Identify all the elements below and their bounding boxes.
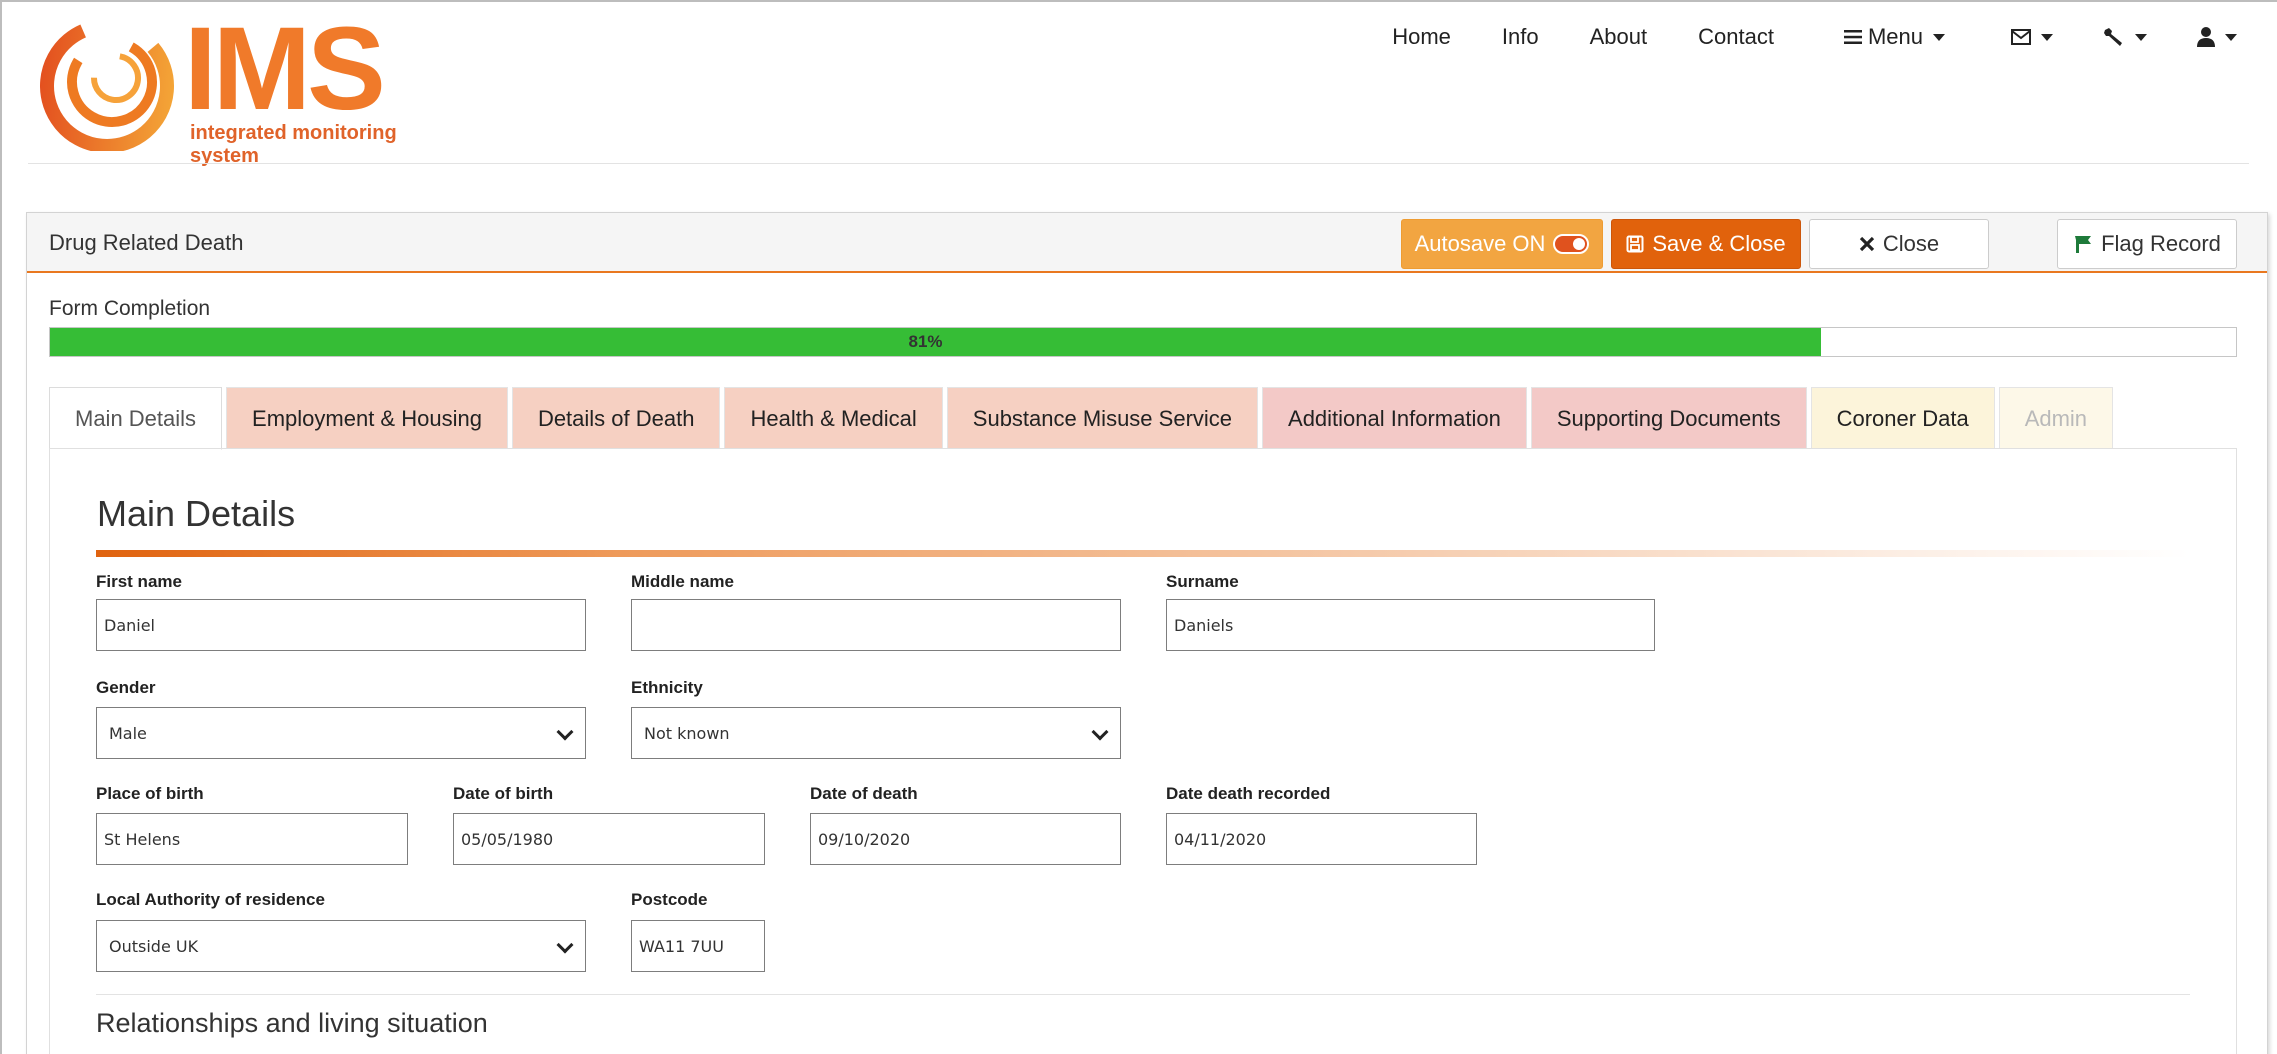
autosave-toggle-button[interactable]: Autosave ON <box>1401 219 1603 269</box>
middle-name-field[interactable] <box>631 599 1121 651</box>
hamburger-icon <box>1843 30 1862 44</box>
envelope-icon <box>2011 29 2031 45</box>
floppy-disk-icon <box>1626 235 1644 253</box>
date-death-recorded-field[interactable]: 04/11/2020 <box>1166 813 1477 865</box>
user-dropdown[interactable] <box>2197 27 2237 47</box>
nav-home-link[interactable]: Home <box>1392 24 1451 50</box>
subsection-divider <box>96 994 2190 995</box>
menu-label: Menu <box>1867 24 1923 49</box>
tools-dropdown[interactable] <box>2103 27 2147 47</box>
toggle-on-icon <box>1553 234 1590 254</box>
surname-label: Surname <box>1166 572 1239 591</box>
user-icon <box>2197 27 2215 47</box>
save-close-button[interactable]: Save & Close <box>1611 219 1801 269</box>
chevron-down-icon <box>1933 33 1945 41</box>
gender-label: Gender <box>96 678 156 697</box>
postcode-field[interactable]: WA11 7UU <box>631 920 765 972</box>
logo-tagline: integrated monitoring system <box>190 122 397 167</box>
messages-dropdown[interactable] <box>2011 29 2053 45</box>
chevron-down-icon <box>1091 723 1109 741</box>
ethnicity-value: Not known <box>644 723 730 743</box>
local-authority-value: Outside UK <box>109 936 199 956</box>
local-authority-select[interactable]: Outside UK <box>96 920 586 972</box>
tab-employment-housing[interactable]: Employment & Housing <box>226 387 508 449</box>
header-divider <box>28 163 2249 164</box>
date-death-recorded-label: Date death recorded <box>1166 784 1331 803</box>
chevron-down-icon <box>2225 33 2237 41</box>
chevron-down-icon <box>2135 33 2147 41</box>
date-of-death-field[interactable]: 09/10/2020 <box>810 813 1121 865</box>
logo-wordmark: IMS <box>184 3 386 135</box>
form-completion-label: Form Completion <box>49 297 211 320</box>
nav-info-link[interactable]: Info <box>1502 24 1539 50</box>
autosave-label: Autosave ON <box>1414 231 1546 256</box>
section-title-main-details: Main Details <box>97 493 296 534</box>
chevron-down-icon <box>556 723 574 741</box>
wrench-icon <box>2104 28 2122 46</box>
panel-header: Drug Related Death Autosave ON Save & Cl… <box>27 213 2267 273</box>
gender-value: Male <box>109 723 147 743</box>
ethnicity-select[interactable]: Not known <box>631 707 1121 759</box>
nav-contact-link[interactable]: Contact <box>1698 24 1774 50</box>
flag-record-button[interactable]: Flag Record <box>2057 219 2237 269</box>
tab-additional-information[interactable]: Additional Information <box>1262 387 1527 449</box>
flag-record-label: Flag Record <box>2101 231 2221 256</box>
ethnicity-label: Ethnicity <box>631 678 703 697</box>
close-label: Close <box>1882 231 1940 256</box>
tab-substance-misuse-service[interactable]: Substance Misuse Service <box>946 387 1259 449</box>
top-navigation: Home Info About Contact Menu <box>1341 22 2237 52</box>
tab-admin[interactable]: Admin <box>1998 387 2114 449</box>
logo-swirl-icon <box>40 19 174 151</box>
date-of-death-label: Date of death <box>810 784 918 803</box>
section-divider <box>96 550 2190 557</box>
local-authority-label: Local Authority of residence <box>96 890 325 909</box>
close-button[interactable]: Close <box>1809 219 1989 269</box>
form-tabs: Main Details Employment & Housing Detail… <box>49 387 2117 450</box>
date-of-birth-field[interactable]: 05/05/1980 <box>453 813 765 865</box>
surname-field[interactable]: Daniels <box>1166 599 1655 651</box>
place-of-birth-label: Place of birth <box>96 784 204 803</box>
close-icon <box>1859 236 1875 252</box>
panel-title: Drug Related Death <box>49 230 244 255</box>
first-name-field[interactable]: Daniel <box>96 599 586 651</box>
progress-percent-text: 81% <box>908 332 943 351</box>
form-completion-progress-bar: 81% <box>49 327 2237 357</box>
flag-icon <box>2075 236 2092 253</box>
place-of-birth-field[interactable]: St Helens <box>96 813 408 865</box>
middle-name-label: Middle name <box>631 572 734 591</box>
save-close-label: Save & Close <box>1652 231 1786 256</box>
chevron-down-icon <box>2041 33 2053 41</box>
nav-about-link[interactable]: About <box>1590 24 1648 50</box>
tab-health-medical[interactable]: Health & Medical <box>724 387 943 449</box>
tab-coroner-data[interactable]: Coroner Data <box>1810 387 1995 449</box>
date-of-birth-label: Date of birth <box>453 784 554 803</box>
menu-dropdown[interactable]: Menu <box>1843 24 1945 50</box>
first-name-label: First name <box>96 572 182 591</box>
tab-supporting-documents[interactable]: Supporting Documents <box>1530 387 1807 449</box>
gender-select[interactable]: Male <box>96 707 586 759</box>
postcode-label: Postcode <box>631 890 708 909</box>
tab-details-of-death[interactable]: Details of Death <box>511 387 721 449</box>
chevron-down-icon <box>556 936 574 954</box>
ims-logo[interactable]: IMS integrated monitoring system <box>40 10 460 167</box>
subsection-title-relationships: Relationships and living situation <box>96 1008 488 1038</box>
tab-main-details[interactable]: Main Details <box>49 387 223 450</box>
